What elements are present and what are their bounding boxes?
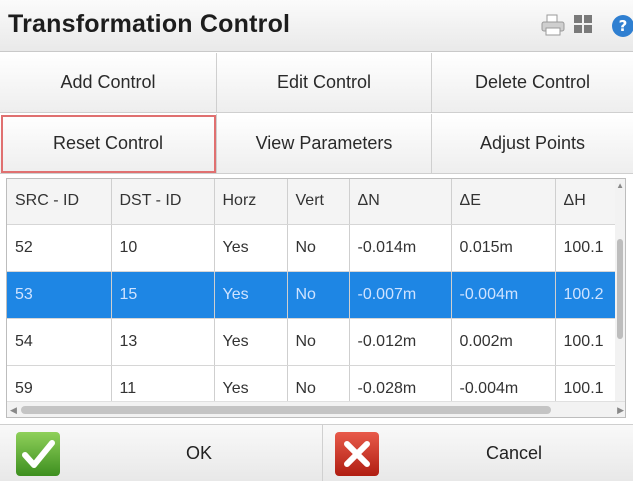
cell-horz: Yes [214, 318, 288, 366]
cell-src-id: 53 [7, 271, 112, 319]
window-title: Transformation Control [8, 10, 291, 38]
add-control-button[interactable]: Add Control [0, 53, 217, 113]
edit-control-button[interactable]: Edit Control [217, 53, 432, 113]
horizontal-scroll-thumb[interactable] [21, 406, 551, 414]
reset-control-button[interactable]: Reset Control [0, 114, 217, 174]
cell-dst-id: 15 [111, 271, 215, 319]
cell-vert: No [287, 271, 350, 319]
grid-icon[interactable] [573, 14, 593, 34]
scroll-right-arrow-icon[interactable]: ▶ [617, 405, 624, 416]
cell-delta-e: 0.015m [451, 224, 556, 272]
close-icon [335, 432, 379, 476]
column-header-vert[interactable]: Vert [287, 179, 350, 225]
vertical-scroll-thumb[interactable] [617, 239, 623, 339]
checkmark-icon [16, 432, 60, 476]
svg-text:?: ? [619, 17, 628, 35]
scroll-up-arrow-icon[interactable]: ▲ [616, 181, 624, 190]
help-icon[interactable]: ? [611, 14, 633, 38]
table-header-row: SRC - ID DST - ID Horz Vert ΔN ΔE ΔH [7, 179, 625, 225]
column-header-dst-id[interactable]: DST - ID [111, 179, 215, 225]
view-parameters-button[interactable]: View Parameters [217, 114, 432, 174]
column-header-delta-n[interactable]: ΔN [349, 179, 452, 225]
horizontal-scrollbar[interactable]: ◀ ▶ [7, 401, 625, 417]
cell-delta-n: -0.014m [349, 224, 452, 272]
vertical-scrollbar[interactable]: ▲ [615, 179, 625, 401]
control-button-row-2: Reset Control View Parameters Adjust Poi… [0, 114, 633, 174]
cancel-label: Cancel [486, 443, 543, 463]
cell-vert: No [287, 318, 350, 366]
control-button-row-1: Add Control Edit Control Delete Control [0, 53, 633, 113]
cell-horz: Yes [214, 271, 288, 319]
cell-delta-e: 0.002m [451, 318, 556, 366]
control-points-table[interactable]: SRC - ID DST - ID Horz Vert ΔN ΔE ΔH 52 … [6, 178, 626, 418]
table-row[interactable]: 54 13 Yes No -0.012m 0.002m 100.1 [7, 318, 625, 366]
cell-dst-id: 10 [111, 224, 215, 272]
cell-delta-e: -0.004m [451, 271, 556, 319]
cell-delta-n: -0.012m [349, 318, 452, 366]
delete-control-button[interactable]: Delete Control [432, 53, 633, 113]
table-row[interactable]: 52 10 Yes No -0.014m 0.015m 100.1 [7, 224, 625, 272]
table-row-selected[interactable]: 53 15 Yes No -0.007m -0.004m 100.2 [7, 271, 625, 319]
ok-button[interactable]: OK [0, 425, 320, 481]
cell-src-id: 54 [7, 318, 112, 366]
cell-dst-id: 13 [111, 318, 215, 366]
cell-delta-n: -0.007m [349, 271, 452, 319]
ok-label: OK [186, 443, 213, 463]
column-header-horz[interactable]: Horz [214, 179, 288, 225]
column-header-delta-e[interactable]: ΔE [451, 179, 556, 225]
cell-vert: No [287, 224, 350, 272]
cancel-button[interactable]: Cancel [322, 425, 633, 481]
dialog-footer: OK Cancel [0, 424, 633, 481]
cell-src-id: 52 [7, 224, 112, 272]
title-bar: Transformation Control ? [0, 0, 633, 52]
adjust-points-button[interactable]: Adjust Points [432, 114, 633, 174]
scroll-left-arrow-icon[interactable]: ◀ [10, 405, 17, 416]
column-header-src-id[interactable]: SRC - ID [7, 179, 112, 225]
cell-horz: Yes [214, 224, 288, 272]
printer-icon[interactable] [541, 14, 565, 36]
